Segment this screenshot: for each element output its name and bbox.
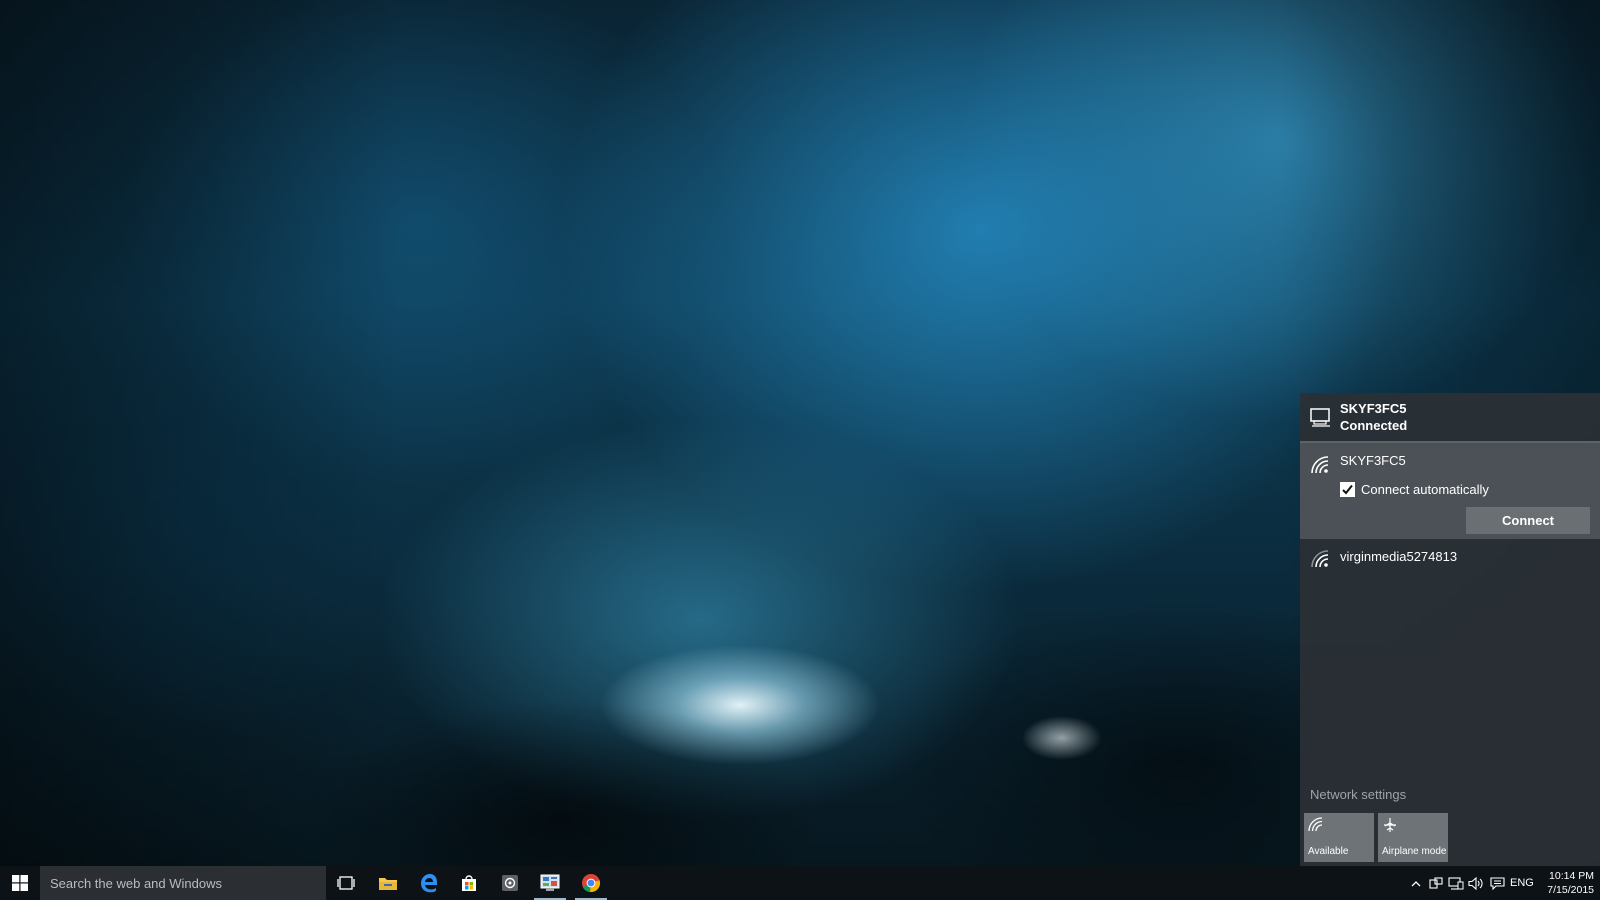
current-connection[interactable]: SKYF3FC5 Connected	[1300, 393, 1600, 443]
clock[interactable]: 10:14 PM 7/15/2015	[1538, 869, 1594, 897]
volume-tray-button[interactable]	[1467, 866, 1485, 900]
store-bag-icon	[462, 875, 476, 891]
edge-browser-button[interactable]	[409, 866, 449, 900]
connect-automatically-label: Connect automatically	[1361, 481, 1489, 497]
show-hidden-icons-button[interactable]	[1408, 866, 1424, 900]
file-explorer-button[interactable]	[368, 866, 408, 900]
wifi-quick-action[interactable]: Available	[1304, 813, 1374, 862]
connect-automatically-checkbox[interactable]	[1340, 481, 1355, 497]
media-app-button[interactable]	[490, 866, 530, 900]
device-tray-button[interactable]	[1427, 866, 1445, 900]
network-settings-link[interactable]: Network settings	[1310, 787, 1406, 802]
media-player-icon	[502, 875, 518, 891]
network-tray-button[interactable]	[1447, 866, 1465, 900]
clock-time: 10:14 PM	[1549, 870, 1594, 882]
task-view-icon	[337, 876, 355, 890]
current-network-status: Connected	[1340, 418, 1408, 433]
network-flyout: SKYF3FC5 Connected SKYF3FC5 Connect auto…	[1300, 393, 1600, 866]
taskbar: Search the web and Windows ENG 10:14 PM …	[0, 866, 1600, 900]
folder-icon	[379, 878, 397, 890]
control-panel-icon	[540, 874, 560, 891]
wifi-signal-icon	[1311, 550, 1329, 568]
search-placeholder: Search the web and Windows	[50, 875, 222, 891]
wifi-quick-action-label: Available	[1308, 846, 1349, 857]
device-icon	[1429, 877, 1443, 889]
clock-date: 7/15/2015	[1547, 884, 1594, 896]
speaker-icon	[1468, 876, 1483, 890]
airplane-mode-quick-action[interactable]: Airplane mode	[1378, 813, 1448, 862]
current-network-name: SKYF3FC5	[1340, 401, 1407, 416]
control-panel-button[interactable]	[530, 866, 570, 900]
input-language-indicator[interactable]: ENG	[1510, 866, 1534, 900]
connect-automatically-row[interactable]: Connect automatically	[1340, 481, 1489, 497]
wifi-network-name: SKYF3FC5	[1340, 453, 1406, 468]
airplane-mode-label: Airplane mode	[1382, 846, 1447, 857]
connect-button[interactable]: Connect	[1466, 507, 1590, 534]
chevron-up-icon	[1411, 880, 1421, 886]
start-button[interactable]	[0, 866, 40, 900]
chrome-button[interactable]	[571, 866, 611, 900]
checkmark-icon	[1342, 484, 1353, 494]
action-center-button[interactable]	[1488, 866, 1506, 900]
ethernet-icon	[1310, 408, 1330, 427]
windows-logo-icon	[12, 875, 28, 891]
wifi-network-skyf3fc5[interactable]: SKYF3FC5 Connect automatically Connect	[1300, 443, 1600, 539]
airplane-icon	[1384, 818, 1396, 832]
chrome-icon	[582, 874, 601, 893]
edge-icon	[421, 874, 437, 893]
wifi-network-name: virginmedia5274813	[1340, 549, 1458, 564]
store-button[interactable]	[449, 866, 489, 900]
network-icon	[1448, 876, 1464, 890]
search-input[interactable]: Search the web and Windows	[40, 866, 326, 900]
wifi-signal-icon	[1311, 456, 1329, 474]
wifi-network-virginmedia[interactable]: virginmedia5274813	[1300, 539, 1600, 579]
wifi-icon	[1308, 817, 1323, 832]
notification-icon	[1489, 876, 1505, 890]
task-view-button[interactable]	[326, 866, 366, 900]
